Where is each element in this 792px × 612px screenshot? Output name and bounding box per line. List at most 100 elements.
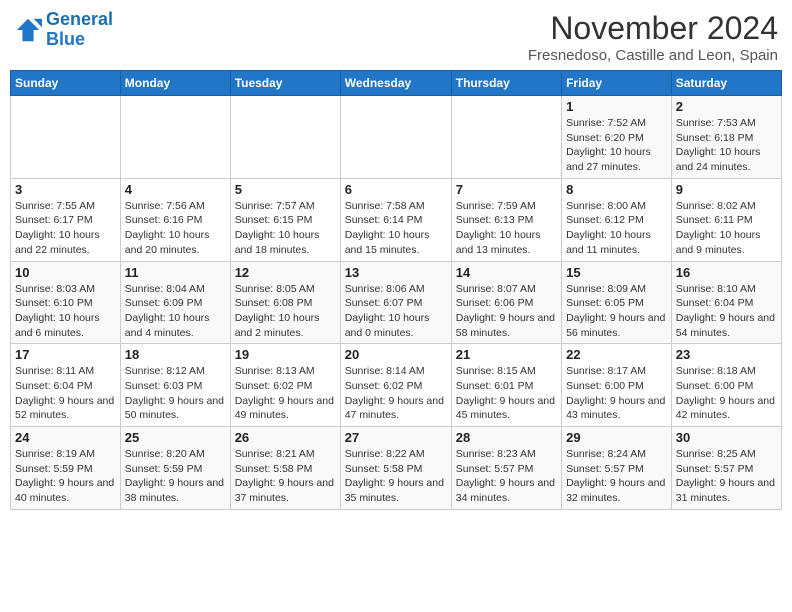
day-info: Sunrise: 8:17 AM Sunset: 6:00 PM Dayligh… (566, 364, 667, 423)
day-number: 27 (345, 430, 447, 445)
calendar-cell: 1Sunrise: 7:52 AM Sunset: 6:20 PM Daylig… (562, 96, 672, 179)
calendar-row: 10Sunrise: 8:03 AM Sunset: 6:10 PM Dayli… (11, 261, 782, 344)
calendar-cell: 12 Sunrise: 8:05 AM Sunset: 6:08 PM Dayli… (230, 261, 340, 344)
day-number: 22 (566, 347, 667, 362)
day-number: 24 (15, 430, 116, 445)
calendar-cell: 19Sunrise: 8:13 AM Sunset: 6:02 PM Dayli… (230, 344, 340, 427)
weekday-header: Saturday (671, 71, 781, 96)
calendar-cell: 27 Sunrise: 8:22 AM Sunset: 5:58 PM Dayli… (340, 427, 451, 510)
weekday-header: Wednesday (340, 71, 451, 96)
day-number: 9 (676, 182, 777, 197)
day-info: Sunrise: 8:12 AM Sunset: 6:03 PM Dayligh… (125, 364, 226, 423)
day-number: 20 (345, 347, 447, 362)
day-number: 3 (15, 182, 116, 197)
day-info: Sunrise: 8:02 AM Sunset: 6:11 PM Dayligh… (676, 199, 777, 258)
calendar-cell: 28 Sunrise: 8:23 AM Sunset: 5:57 PM Dayli… (451, 427, 561, 510)
day-number: 4 (125, 182, 226, 197)
calendar-cell (340, 96, 451, 179)
calendar-cell: 2Sunrise: 7:53 AM Sunset: 6:18 PM Daylig… (671, 96, 781, 179)
day-info: Sunrise: 8:13 AM Sunset: 6:02 PM Dayligh… (235, 364, 336, 423)
logo-text: General Blue (46, 10, 113, 50)
calendar-cell: 8 Sunrise: 8:00 AM Sunset: 6:12 PM Daylig… (562, 178, 672, 261)
day-number: 21 (456, 347, 557, 362)
day-info: Sunrise: 7:56 AM Sunset: 6:16 PM Dayligh… (125, 199, 226, 258)
day-number: 25 (125, 430, 226, 445)
day-number: 5 (235, 182, 336, 197)
calendar-cell: 14 Sunrise: 8:07 AM Sunset: 6:06 PM Dayli… (451, 261, 561, 344)
day-info: Sunrise: 7:59 AM Sunset: 6:13 PM Dayligh… (456, 199, 557, 258)
calendar-cell (451, 96, 561, 179)
calendar-body: 1Sunrise: 7:52 AM Sunset: 6:20 PM Daylig… (11, 96, 782, 510)
day-info: Sunrise: 7:58 AM Sunset: 6:14 PM Dayligh… (345, 199, 447, 258)
day-number: 30 (676, 430, 777, 445)
day-info: Sunrise: 8:05 AM Sunset: 6:08 PM Dayligh… (235, 282, 336, 341)
day-info: Sunrise: 8:11 AM Sunset: 6:04 PM Dayligh… (15, 364, 116, 423)
calendar-cell: 26Sunrise: 8:21 AM Sunset: 5:58 PM Dayli… (230, 427, 340, 510)
weekday-header: Monday (120, 71, 230, 96)
logo-line2: Blue (46, 29, 85, 49)
day-info: Sunrise: 7:57 AM Sunset: 6:15 PM Dayligh… (235, 199, 336, 258)
calendar-cell: 4 Sunrise: 7:56 AM Sunset: 6:16 PM Daylig… (120, 178, 230, 261)
calendar-cell: 5 Sunrise: 7:57 AM Sunset: 6:15 PM Daylig… (230, 178, 340, 261)
day-number: 1 (566, 99, 667, 114)
calendar-cell: 10Sunrise: 8:03 AM Sunset: 6:10 PM Dayli… (11, 261, 121, 344)
day-number: 13 (345, 265, 447, 280)
day-number: 15 (566, 265, 667, 280)
day-number: 17 (15, 347, 116, 362)
day-info: Sunrise: 8:14 AM Sunset: 6:02 PM Dayligh… (345, 364, 447, 423)
calendar-cell: 11Sunrise: 8:04 AM Sunset: 6:09 PM Dayli… (120, 261, 230, 344)
page-title: November 2024 (528, 10, 778, 47)
day-info: Sunrise: 8:22 AM Sunset: 5:58 PM Dayligh… (345, 447, 447, 506)
title-block: November 2024 Fresnedoso, Castille and L… (528, 10, 778, 64)
day-info: Sunrise: 8:00 AM Sunset: 6:12 PM Dayligh… (566, 199, 667, 258)
calendar-cell (11, 96, 121, 179)
day-info: Sunrise: 8:23 AM Sunset: 5:57 PM Dayligh… (456, 447, 557, 506)
day-number: 18 (125, 347, 226, 362)
day-info: Sunrise: 7:55 AM Sunset: 6:17 PM Dayligh… (15, 199, 116, 258)
calendar-table: SundayMondayTuesdayWednesdayThursdayFrid… (10, 70, 782, 510)
day-info: Sunrise: 8:19 AM Sunset: 5:59 PM Dayligh… (15, 447, 116, 506)
calendar-cell: 17 Sunrise: 8:11 AM Sunset: 6:04 PM Dayli… (11, 344, 121, 427)
day-info: Sunrise: 8:07 AM Sunset: 6:06 PM Dayligh… (456, 282, 557, 341)
weekday-header: Thursday (451, 71, 561, 96)
day-number: 12 (235, 265, 336, 280)
calendar-row: 3 Sunrise: 7:55 AM Sunset: 6:17 PM Daylig… (11, 178, 782, 261)
calendar-cell: 25 Sunrise: 8:20 AM Sunset: 5:59 PM Dayli… (120, 427, 230, 510)
day-number: 7 (456, 182, 557, 197)
calendar-cell: 23Sunrise: 8:18 AM Sunset: 6:00 PM Dayli… (671, 344, 781, 427)
day-number: 29 (566, 430, 667, 445)
calendar-row: 17 Sunrise: 8:11 AM Sunset: 6:04 PM Dayli… (11, 344, 782, 427)
weekday-row: SundayMondayTuesdayWednesdayThursdayFrid… (11, 71, 782, 96)
day-number: 14 (456, 265, 557, 280)
day-info: Sunrise: 8:09 AM Sunset: 6:05 PM Dayligh… (566, 282, 667, 341)
day-info: Sunrise: 8:10 AM Sunset: 6:04 PM Dayligh… (676, 282, 777, 341)
day-info: Sunrise: 8:21 AM Sunset: 5:58 PM Dayligh… (235, 447, 336, 506)
calendar-cell: 7 Sunrise: 7:59 AM Sunset: 6:13 PM Daylig… (451, 178, 561, 261)
calendar-cell: 15 Sunrise: 8:09 AM Sunset: 6:05 PM Dayli… (562, 261, 672, 344)
day-number: 8 (566, 182, 667, 197)
calendar-cell: 18 Sunrise: 8:12 AM Sunset: 6:03 PM Dayli… (120, 344, 230, 427)
weekday-header: Sunday (11, 71, 121, 96)
calendar-cell: 16 Sunrise: 8:10 AM Sunset: 6:04 PM Dayli… (671, 261, 781, 344)
day-info: Sunrise: 8:18 AM Sunset: 6:00 PM Dayligh… (676, 364, 777, 423)
day-number: 16 (676, 265, 777, 280)
day-info: Sunrise: 8:24 AM Sunset: 5:57 PM Dayligh… (566, 447, 667, 506)
weekday-header: Tuesday (230, 71, 340, 96)
day-number: 2 (676, 99, 777, 114)
day-info: Sunrise: 8:06 AM Sunset: 6:07 PM Dayligh… (345, 282, 447, 341)
calendar-cell: 3 Sunrise: 7:55 AM Sunset: 6:17 PM Daylig… (11, 178, 121, 261)
page-subtitle: Fresnedoso, Castille and Leon, Spain (528, 47, 778, 64)
calendar-cell: 29 Sunrise: 8:24 AM Sunset: 5:57 PM Dayli… (562, 427, 672, 510)
day-info: Sunrise: 8:15 AM Sunset: 6:01 PM Dayligh… (456, 364, 557, 423)
day-number: 6 (345, 182, 447, 197)
day-info: Sunrise: 8:20 AM Sunset: 5:59 PM Dayligh… (125, 447, 226, 506)
calendar-cell: 13 Sunrise: 8:06 AM Sunset: 6:07 PM Dayli… (340, 261, 451, 344)
calendar-cell (230, 96, 340, 179)
calendar-cell: 24 Sunrise: 8:19 AM Sunset: 5:59 PM Dayli… (11, 427, 121, 510)
page-header: General Blue November 2024 Fresnedoso, C… (10, 10, 782, 64)
day-number: 28 (456, 430, 557, 445)
logo-icon (14, 16, 42, 44)
calendar-cell: 30Sunrise: 8:25 AM Sunset: 5:57 PM Dayli… (671, 427, 781, 510)
day-number: 11 (125, 265, 226, 280)
calendar-cell (120, 96, 230, 179)
